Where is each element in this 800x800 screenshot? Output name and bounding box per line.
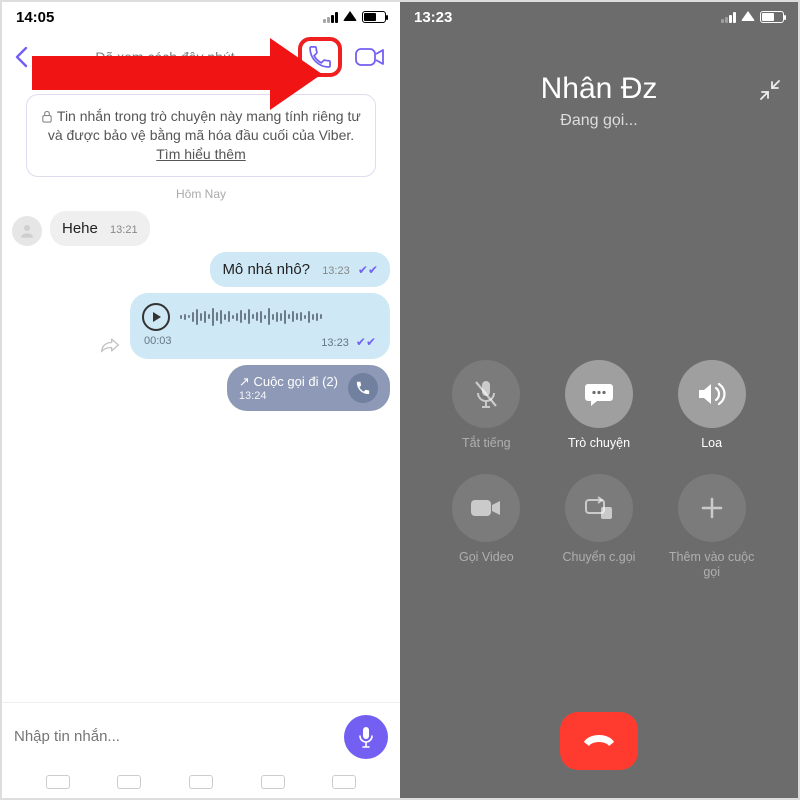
phone-icon <box>355 380 371 396</box>
forward-icon[interactable] <box>96 331 124 359</box>
wifi-icon <box>741 11 755 21</box>
plus-icon <box>699 495 725 521</box>
avatar[interactable] <box>12 216 42 246</box>
lock-icon <box>41 110 53 123</box>
tool-icon[interactable] <box>332 775 356 789</box>
encryption-notice: Tin nhắn trong trò chuyện này mang tính … <box>26 94 376 177</box>
mic-button[interactable] <box>344 715 388 759</box>
attachment-toolbar <box>2 770 400 798</box>
video-label: Gọi Video <box>459 550 514 566</box>
message-bubble-in[interactable]: Hehe 13:21 <box>50 211 150 246</box>
seen-icon: ✔✔ <box>356 335 376 349</box>
person-icon <box>18 222 36 240</box>
message-row-out: Mô nhá nhô? 13:23 ✔✔ <box>12 252 390 287</box>
speaker-label: Loa <box>701 436 722 452</box>
composer <box>2 702 400 770</box>
message-time: 13:23 <box>322 265 350 277</box>
message-input[interactable] <box>14 728 336 745</box>
speaker-button[interactable]: Loa <box>664 360 759 452</box>
call-event-chip[interactable]: ↗ Cuộc gọi đi (2) 13:24 <box>227 365 390 411</box>
status-icons <box>721 11 784 23</box>
status-bar: 14:05 <box>2 2 400 32</box>
hangup-button[interactable] <box>560 712 638 770</box>
call-contact-name: Nhân Đz <box>400 72 798 106</box>
video-icon <box>470 497 502 519</box>
add-participant-label: Thêm vào cuộc gọi <box>664 550 759 581</box>
tool-icon[interactable] <box>261 775 285 789</box>
chat-screen: 14:05 Đã xem cách đây phút Tin nhắn tron… <box>2 2 400 798</box>
message-text: Mô nhá nhô? <box>222 261 310 278</box>
date-divider: Hôm Nay <box>12 187 390 201</box>
voice-message-bubble[interactable]: 00:03 13:23 ✔✔ <box>130 293 390 359</box>
battery-icon <box>362 11 386 23</box>
signal-icon <box>721 12 736 23</box>
message-row-in: Hehe 13:21 <box>12 211 390 246</box>
chat-button[interactable]: Trò chuyện <box>552 360 647 452</box>
minimize-icon <box>760 80 780 100</box>
call-status: Đang gọi... <box>400 112 798 130</box>
voice-call-button[interactable] <box>298 37 342 77</box>
header-subtitle: Đã xem cách đây phút <box>38 49 292 65</box>
voice-duration: 00:03 <box>144 335 172 349</box>
signal-icon <box>323 12 338 23</box>
message-text: Hehe <box>62 220 98 237</box>
add-participant-button[interactable]: Thêm vào cuộc gọi <box>664 474 759 581</box>
message-bubble-out[interactable]: Mô nhá nhô? 13:23 ✔✔ <box>210 252 390 287</box>
message-time: 13:21 <box>110 224 138 236</box>
voice-time: 13:23 <box>321 337 349 349</box>
chat-header: Đã xem cách đây phút <box>2 32 400 82</box>
chat-body[interactable]: Tin nhắn trong trò chuyện này mang tính … <box>2 82 400 702</box>
video-icon <box>355 46 385 68</box>
mute-button[interactable]: Tắt tiếng <box>439 360 534 452</box>
status-time: 13:23 <box>414 9 452 26</box>
status-bar: 13:23 <box>400 2 798 32</box>
play-button[interactable] <box>142 303 170 331</box>
transfer-button[interactable]: Chuyển c.gọi <box>552 474 647 581</box>
back-icon[interactable] <box>10 46 32 68</box>
encryption-text: Tin nhắn trong trò chuyện này mang tính … <box>48 108 361 143</box>
speaker-icon <box>696 380 728 408</box>
status-icons <box>323 11 386 23</box>
video-call-button[interactable] <box>348 37 392 77</box>
voice-message-row: 00:03 13:23 ✔✔ <box>12 293 390 359</box>
call-header: Nhân Đz Đang gọi... <box>400 32 798 130</box>
tool-icon[interactable] <box>46 775 70 789</box>
tool-icon[interactable] <box>189 775 213 789</box>
play-icon <box>153 312 161 322</box>
transfer-icon <box>584 495 614 521</box>
mic-icon <box>357 726 375 748</box>
call-back-button[interactable] <box>348 373 378 403</box>
encryption-link[interactable]: Tìm hiểu thêm <box>156 146 245 162</box>
seen-icon: ✔✔ <box>358 263 378 277</box>
call-controls: Tắt tiếng Trò chuyện Loa Gọi Video Chuyể… <box>439 360 759 581</box>
mute-label: Tắt tiếng <box>462 436 511 452</box>
chat-label: Trò chuyện <box>568 436 630 452</box>
call-event-time: 13:24 <box>239 390 338 402</box>
waveform[interactable] <box>180 305 378 329</box>
call-event-label: Cuộc gọi đi (2) <box>253 374 338 389</box>
hangup-icon <box>582 732 616 750</box>
battery-icon <box>760 11 784 23</box>
phone-icon <box>307 44 333 70</box>
mic-off-icon <box>472 378 500 410</box>
status-time: 14:05 <box>16 9 54 26</box>
wifi-icon <box>343 11 357 21</box>
tool-icon[interactable] <box>117 775 141 789</box>
chat-icon <box>584 380 614 408</box>
call-event-row: ↗ Cuộc gọi đi (2) 13:24 <box>12 365 390 411</box>
outgoing-arrow-icon: ↗ <box>239 374 250 389</box>
call-screen: 13:23 Nhân Đz Đang gọi... Tắt tiếng Trò … <box>400 2 798 798</box>
minimize-button[interactable] <box>760 80 780 100</box>
transfer-label: Chuyển c.gọi <box>563 550 636 566</box>
video-button[interactable]: Gọi Video <box>439 474 534 581</box>
